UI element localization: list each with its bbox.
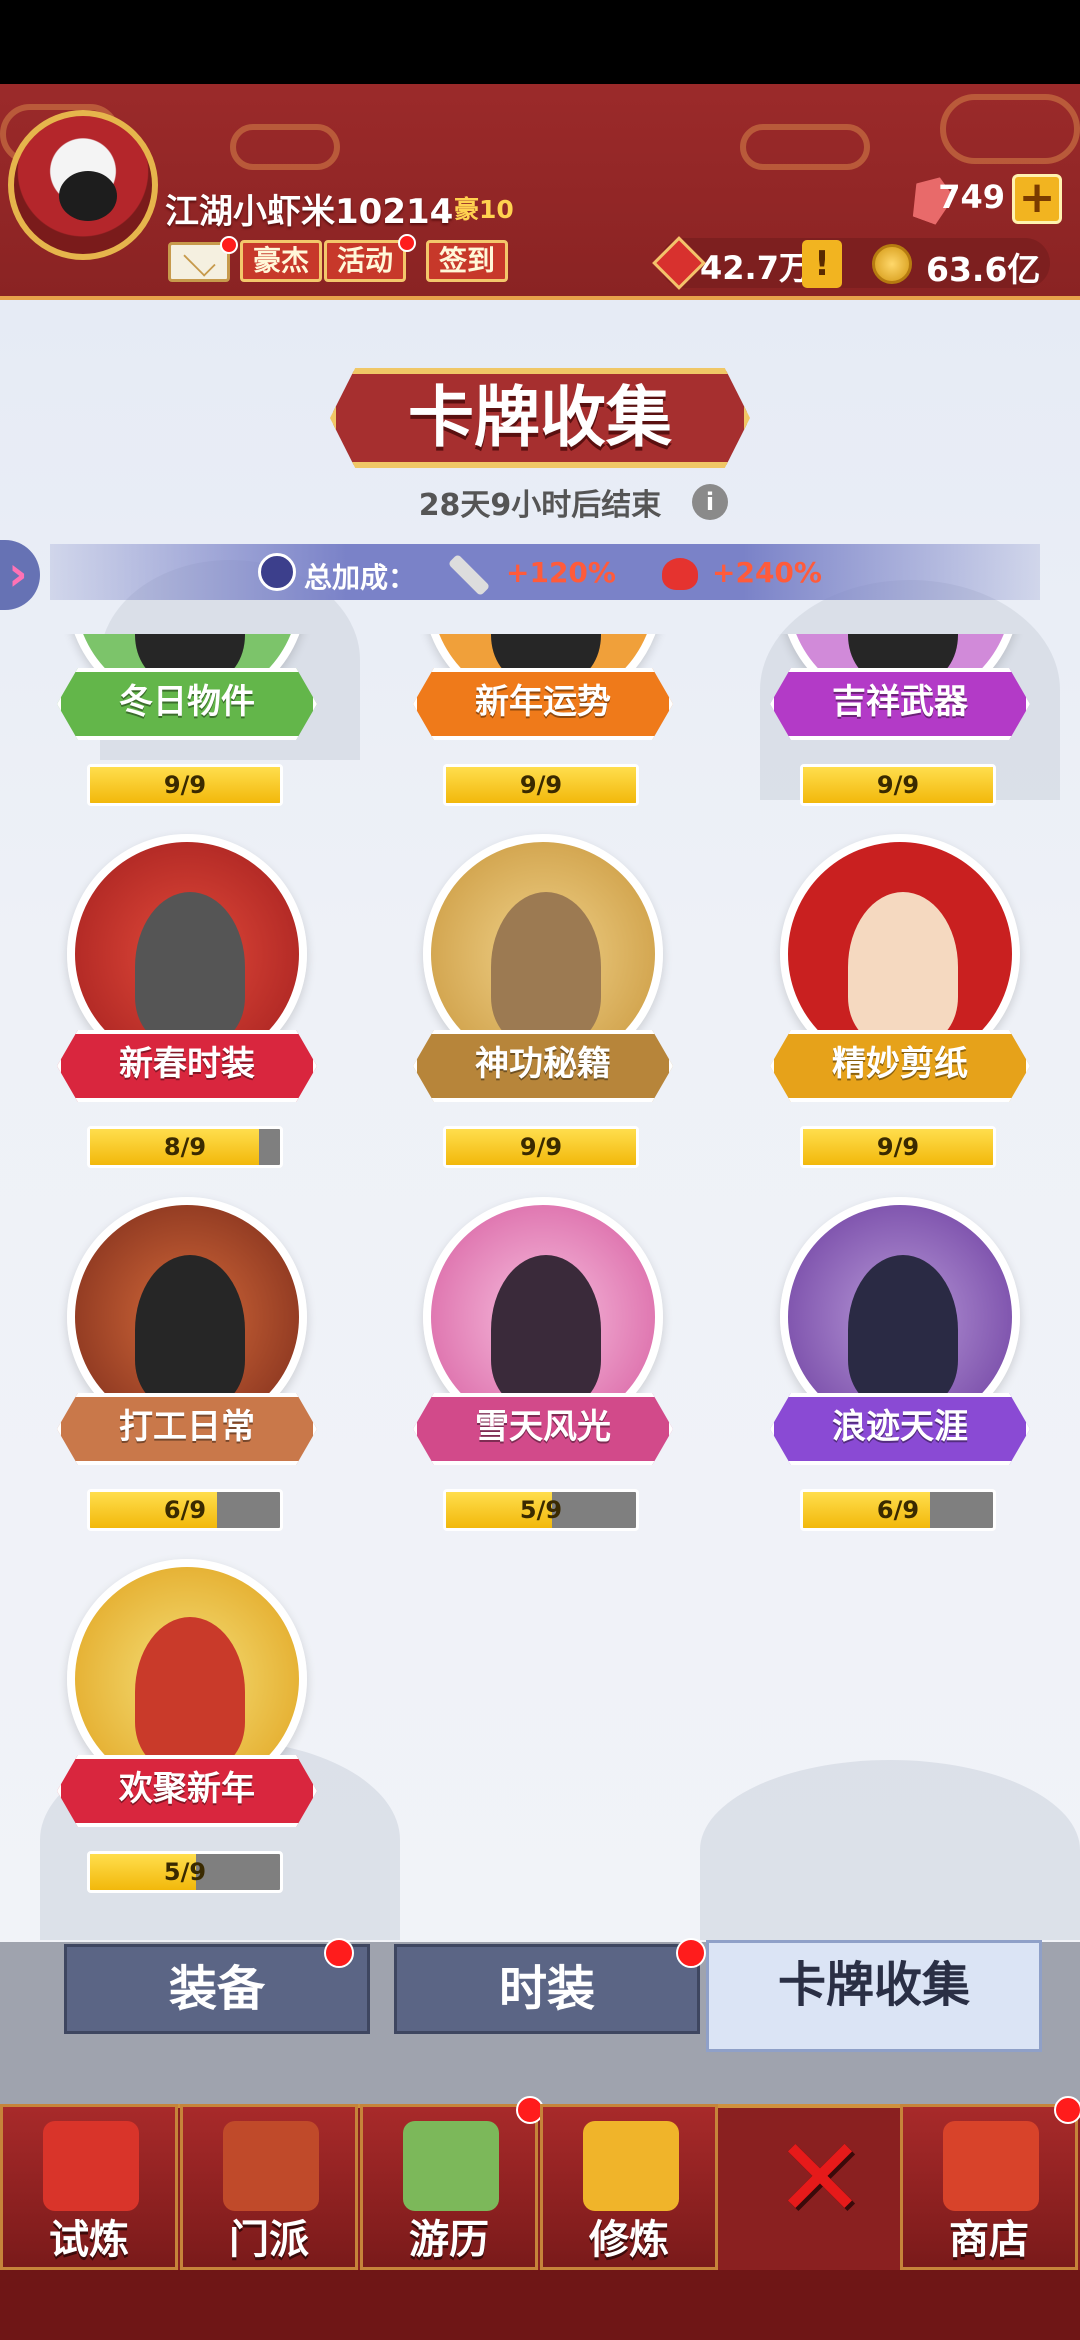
event-countdown: 28天9小时后结束: [418, 488, 662, 523]
card-set-name: 吉祥武器: [832, 682, 968, 722]
cloud-ornament: [740, 124, 870, 170]
travel-icon: [403, 2121, 499, 2211]
coin-count: 63.6亿: [926, 250, 1041, 289]
card-set-name: 冬日物件: [119, 682, 255, 722]
page-title: 卡牌收集: [408, 379, 672, 456]
honor-count: 42.7万: [700, 249, 811, 287]
nav-label: 游历: [409, 2217, 489, 2263]
coin-icon: [872, 244, 912, 284]
hp-bonus: +240%: [712, 556, 822, 589]
gem-count: 749: [938, 178, 1005, 216]
card-set-progress: 9/9: [800, 1126, 996, 1168]
checkin-button[interactable]: 签到: [426, 240, 509, 282]
card-set-progress: 6/9: [800, 1489, 996, 1531]
heart-icon: [662, 558, 698, 590]
nav-label: 修炼: [589, 2217, 669, 2263]
footer-bar: [0, 2270, 1080, 2340]
card-set-progress: 8/9: [87, 1126, 283, 1168]
trial-icon: [43, 2121, 139, 2211]
card-set-progress: 6/9: [87, 1489, 283, 1531]
card-set-name: 浪迹天涯: [832, 1407, 968, 1447]
card-set[interactable]: 浪迹天涯 6/9: [770, 1197, 1030, 1537]
notification-dot: [1054, 2096, 1080, 2124]
card-set-name: 欢聚新年: [119, 1769, 255, 1809]
card-set-progress: 9/9: [87, 764, 283, 806]
card-grid: 冬日物件 9/9 新年运势 9/9 吉祥武器 9/9 新春时装 8/9 神功秘籍…: [0, 634, 1080, 1942]
card-set[interactable]: 神功秘籍 9/9: [413, 834, 673, 1174]
nav-label: 商店: [949, 2217, 1029, 2263]
card-set[interactable]: 雪天风光 5/9: [413, 1197, 673, 1537]
nav-shop[interactable]: 商店: [900, 2104, 1078, 2270]
info-icon[interactable]: i: [692, 484, 728, 520]
activity-button[interactable]: 活动: [324, 240, 407, 282]
total-bonus-label: 总加成：: [304, 561, 417, 594]
card-set[interactable]: 新年运势 9/9: [413, 634, 673, 812]
tab-card-collection[interactable]: 卡牌收集: [706, 1940, 1042, 2052]
honor-info-button[interactable]: !: [802, 240, 842, 288]
nav-label: 门派: [229, 2217, 309, 2263]
shop-icon: [943, 2121, 1039, 2211]
add-gems-button[interactable]: +: [1012, 174, 1062, 224]
card-set-progress: 9/9: [800, 764, 996, 806]
card-set[interactable]: 新春时装 8/9: [57, 834, 317, 1174]
card-set-name: 雪天风光: [475, 1407, 611, 1447]
card-set-progress: 5/9: [443, 1489, 639, 1531]
tab-costume[interactable]: 时装: [394, 1944, 700, 2034]
status-bar: [0, 0, 1080, 84]
card-set-progress: 9/9: [443, 764, 639, 806]
card-set-name: 新年运势: [475, 682, 611, 722]
card-set[interactable]: 打工日常 6/9: [57, 1197, 317, 1537]
notification-dot: [220, 236, 238, 254]
cloud-ornament: [230, 124, 340, 170]
nav-cultivate[interactable]: 修炼: [540, 2104, 718, 2270]
notification-dot: [398, 234, 416, 252]
card-set-name: 打工日常: [119, 1407, 255, 1447]
nav-trial[interactable]: 试炼: [0, 2104, 178, 2270]
card-set[interactable]: 冬日物件 9/9: [57, 634, 317, 812]
card-set-progress: 9/9: [443, 1126, 639, 1168]
card-set-name: 新春时装: [119, 1044, 255, 1084]
bonus-icon: [258, 553, 296, 591]
nav-sect[interactable]: 门派: [180, 2104, 358, 2270]
card-set-name: 神功秘籍: [475, 1044, 611, 1084]
card-set-progress: 5/9: [87, 1851, 283, 1893]
notification-dot: [676, 1938, 706, 1968]
card-set[interactable]: 吉祥武器 9/9: [770, 634, 1030, 812]
nav-label: 试炼: [49, 2217, 129, 2263]
sect-icon: [223, 2121, 319, 2211]
cloud-ornament: [940, 94, 1080, 164]
player-nickname: 江湖小虾米10214: [165, 192, 454, 232]
notification-dot: [324, 1938, 354, 1968]
cultivate-icon: [583, 2121, 679, 2211]
vip-badge: 豪10: [454, 195, 514, 224]
avatar[interactable]: [8, 110, 158, 260]
card-set[interactable]: 精妙剪纸 9/9: [770, 834, 1030, 1174]
card-set[interactable]: 欢聚新年 5/9: [57, 1559, 317, 1899]
attack-bonus: +120%: [506, 556, 616, 589]
close-icon[interactable]: ✕: [770, 2123, 870, 2233]
card-set-name: 精妙剪纸: [832, 1044, 968, 1084]
hero-button[interactable]: 豪杰: [240, 240, 323, 282]
nav-travel[interactable]: 游历: [360, 2104, 538, 2270]
